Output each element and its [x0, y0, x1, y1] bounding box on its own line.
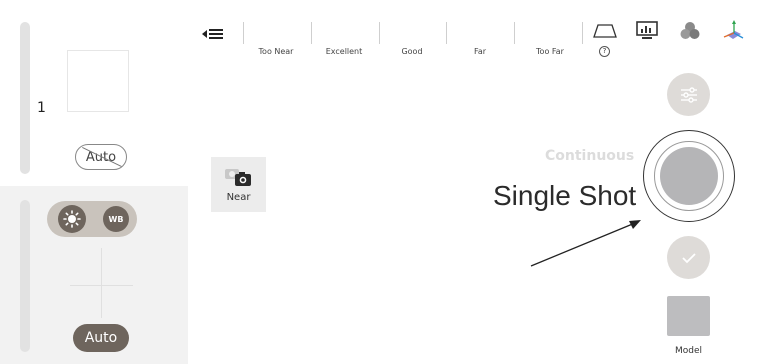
model-label: Model [674, 346, 703, 356]
exposure-slider-track[interactable] [20, 200, 30, 352]
wb-button[interactable]: WB [103, 206, 129, 232]
annotation-arrow [530, 220, 641, 267]
axes-icon [723, 20, 744, 39]
distance-label-too-near: Too Near [258, 47, 294, 56]
trapezoid-icon [593, 24, 617, 38]
sliders-icon [680, 86, 697, 103]
sun-icon [63, 210, 81, 228]
distance-tick [311, 22, 312, 44]
exposure-wb-toggle: WB [47, 201, 137, 237]
distance-label-far: Far [473, 47, 487, 56]
continuous-mode-label[interactable]: Continuous [545, 148, 634, 164]
camera-switch-icon [224, 169, 251, 186]
near-label: Near [226, 192, 251, 203]
checkmark-icon [681, 252, 696, 263]
distance-tick [379, 22, 380, 44]
shutter-core[interactable] [660, 147, 718, 205]
help-icon[interactable]: ? [599, 46, 610, 57]
exposure-button[interactable] [58, 205, 86, 233]
focus-auto-toggle[interactable]: Auto [75, 144, 127, 170]
settings-button[interactable] [667, 73, 710, 116]
distance-label-excellent: Excellent [325, 47, 363, 56]
color-mode-button[interactable] [677, 19, 703, 43]
level-number: 1 [37, 100, 46, 116]
crosshair-horizontal [70, 285, 133, 286]
distance-tick [243, 22, 244, 44]
model-thumbnail[interactable] [667, 296, 710, 336]
monitor-chart-button[interactable] [634, 19, 660, 43]
color-circles-icon [680, 22, 700, 39]
trapezoid-button[interactable] [592, 19, 618, 43]
axes-button[interactable] [720, 19, 746, 43]
auto-button-label: Auto [84, 330, 118, 346]
distance-tick [582, 22, 583, 44]
auto-button[interactable]: Auto [73, 324, 129, 352]
wb-label: WB [108, 214, 124, 224]
level-slider-track[interactable] [20, 22, 30, 174]
single-shot-label[interactable]: Single Shot [493, 180, 636, 212]
distance-tick [446, 22, 447, 44]
near-button[interactable]: Near [211, 157, 266, 212]
distance-label-good: Good [401, 47, 423, 56]
monitor-chart-icon [636, 21, 658, 39]
distance-label-too-far: Too Far [536, 47, 564, 56]
distance-tick [514, 22, 515, 44]
crosshair-vertical [101, 248, 102, 318]
confirm-button[interactable] [667, 236, 710, 279]
preview-box [67, 50, 129, 112]
collapse-menu-icon [202, 29, 223, 39]
collapse-menu-button[interactable] [199, 24, 227, 44]
